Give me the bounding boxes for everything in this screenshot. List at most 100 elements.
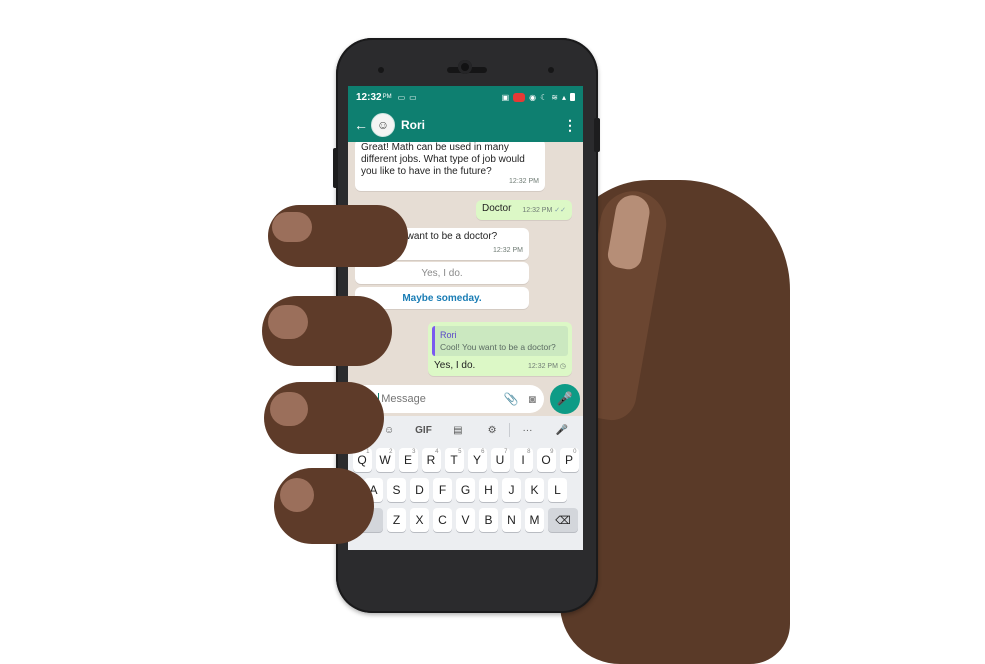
proximity-sensor (378, 67, 384, 73)
backspace-key[interactable]: ⌫ (548, 508, 578, 532)
key-c[interactable]: C (433, 508, 452, 532)
mic-icon: 🎤 (556, 391, 574, 406)
fingernail (270, 392, 308, 426)
key-p[interactable]: P0 (559, 448, 579, 472)
double-check-icon: ✓✓ (554, 207, 566, 214)
signal-icon: ▴ (561, 92, 566, 102)
quoted-message[interactable]: Rori Cool! You want to be a doctor? (432, 326, 568, 356)
message-input[interactable] (378, 393, 479, 405)
key-e[interactable]: E3 (398, 448, 418, 472)
key-label: U (495, 453, 505, 467)
key-t[interactable]: T5 (444, 448, 464, 472)
settings-gear-icon[interactable]: ⚙ (475, 425, 509, 436)
status-icons: ▣ ◉ ☾ ≋ ▴ (501, 92, 575, 102)
fingernail (280, 478, 314, 512)
quick-reply-label: Yes, I do. (421, 267, 463, 279)
video-icon-2: ▭ (409, 92, 417, 102)
key-s[interactable]: S (387, 478, 406, 502)
message-time: 12:32 PM (509, 178, 539, 185)
quick-reply-label: Maybe someday. (402, 292, 482, 304)
photo-stage: 12:32 PM ▭ ▭ ▣ ◉ ☾ ≋ ▴ ← ☺ Rori ⋮ Great!… (0, 0, 985, 664)
message-line: different jobs. What type of job would (361, 154, 525, 165)
key-b[interactable]: B (479, 508, 498, 532)
avatar[interactable]: ☺ (371, 113, 395, 137)
outgoing-message[interactable]: Rori Cool! You want to be a doctor? Yes,… (428, 322, 572, 376)
key-label: I (521, 453, 525, 467)
key-w[interactable]: W2 (375, 448, 395, 472)
key-u[interactable]: U7 (490, 448, 510, 472)
voice-record-button[interactable]: 🎤 (550, 384, 580, 414)
message-time: 12:32 PM (493, 247, 523, 254)
camera-icon[interactable]: ◙ (529, 392, 536, 406)
back-arrow-icon[interactable]: ← (354, 117, 368, 133)
key-hint: 1 (366, 449, 370, 455)
voice-input-icon[interactable]: 🎤 (545, 425, 579, 436)
key-z[interactable]: Z (387, 508, 406, 532)
key-m[interactable]: M (525, 508, 544, 532)
key-h[interactable]: H (479, 478, 498, 502)
chat-header: ← ☺ Rori ⋮ (348, 108, 583, 142)
key-y[interactable]: Y6 (467, 448, 487, 472)
eye-icon: ◉ (529, 92, 537, 102)
key-hint: 7 (504, 449, 508, 455)
key-hint: 2 (389, 449, 393, 455)
key-hint: 9 (550, 449, 554, 455)
overflow-menu-icon[interactable]: ⋮ (563, 117, 577, 134)
gif-button[interactable]: GIF (406, 425, 440, 436)
message-line: Great! Math can be used in many (361, 142, 509, 153)
pending-clock-icon: ◷ (559, 363, 566, 370)
key-label: Y (472, 453, 481, 467)
key-label: O (541, 453, 551, 467)
front-camera (458, 60, 472, 74)
status-ampm: PM (382, 94, 392, 100)
outgoing-message[interactable]: Doctor 12:32 PM ✓✓ (476, 200, 572, 220)
key-j[interactable]: J (502, 478, 521, 502)
status-bar: 12:32 PM ▭ ▭ ▣ ◉ ☾ ≋ ▴ (348, 86, 583, 108)
paperclip-icon[interactable]: 📎 (504, 392, 519, 406)
quote-author: Rori (440, 330, 457, 340)
incoming-message[interactable]: Great! Math can be used in many differen… (355, 142, 545, 191)
message-time-group: 12:32 PM ✓✓ (522, 205, 566, 217)
key-label: E (403, 453, 412, 467)
key-o[interactable]: O9 (536, 448, 556, 472)
video-icon: ▭ (397, 92, 406, 102)
key-hint: 4 (435, 449, 439, 455)
fingernail (268, 305, 308, 339)
keyboard-row-2: A S D F G H J K L (348, 478, 583, 502)
message-box-actions: 📎 ◙ (504, 392, 536, 406)
keyboard-row-3: ⬆ Z X C V B N M ⌫ (348, 508, 583, 532)
record-icon (513, 92, 526, 102)
power-button (594, 118, 600, 152)
more-options-icon[interactable]: ··· (510, 425, 544, 436)
key-label: Q (357, 453, 367, 467)
soft-keyboard: < ☺ GIF ▤ ⚙ ··· 🎤 Q1 W2 E3 R4 T5 Y6 U7 I… (348, 416, 583, 550)
message-text: Doctor (482, 203, 512, 214)
key-k[interactable]: K (525, 478, 544, 502)
key-l[interactable]: L (548, 478, 567, 502)
key-v[interactable]: V (456, 508, 475, 532)
key-i[interactable]: I8 (513, 448, 533, 472)
key-x[interactable]: X (410, 508, 429, 532)
key-hint: 6 (481, 449, 485, 455)
battery-icon (570, 93, 575, 101)
message-time-group: 12:32 PM ◷ (528, 361, 566, 373)
key-g[interactable]: G (456, 478, 475, 502)
key-r[interactable]: R4 (421, 448, 441, 472)
status-time: 12:32 (356, 91, 382, 103)
light-sensor (548, 67, 554, 73)
briefcase-icon: ▣ (501, 92, 510, 102)
message-time: 12:32 PM (522, 207, 553, 214)
volume-button (333, 148, 338, 188)
clipboard-icon[interactable]: ▤ (441, 425, 475, 436)
key-hint: 8 (527, 449, 531, 455)
key-hint: 3 (412, 449, 416, 455)
message-time: 12:32 PM (527, 363, 558, 370)
contact-name[interactable]: Rori (401, 118, 425, 132)
key-f[interactable]: F (433, 478, 452, 502)
key-hint: 0 (573, 449, 577, 455)
keyboard-row-1: Q1 W2 E3 R4 T5 Y6 U7 I8 O9 P0 (348, 448, 583, 472)
key-d[interactable]: D (410, 478, 429, 502)
key-n[interactable]: N (502, 508, 521, 532)
key-label: R (426, 453, 436, 467)
key-label: T (450, 453, 458, 467)
